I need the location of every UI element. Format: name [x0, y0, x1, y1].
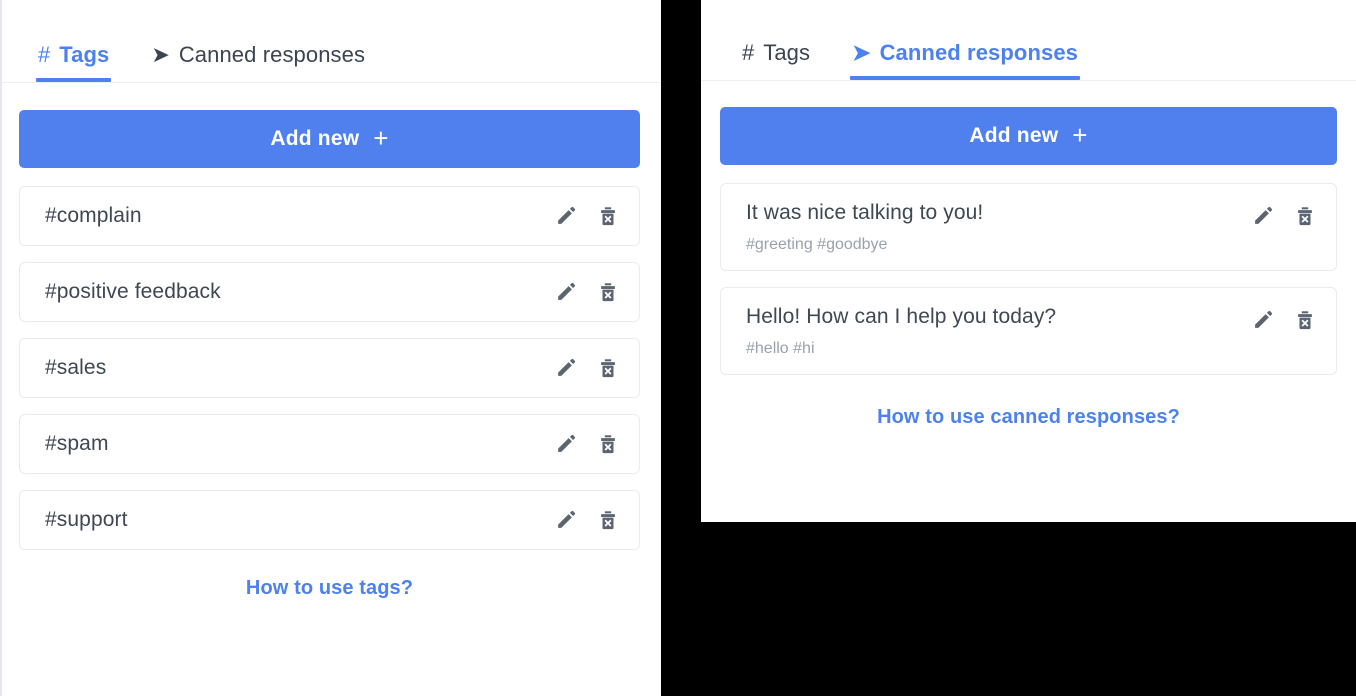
- pencil-icon[interactable]: [553, 203, 579, 229]
- canned-response-message: It was nice talking to you!: [746, 201, 984, 224]
- canned-panel-body: Add new + It was nice talking to you! #g…: [701, 81, 1356, 429]
- row-actions: [553, 203, 621, 229]
- row-actions: [553, 279, 621, 305]
- tag-text: #sales: [45, 356, 106, 380]
- pencil-icon[interactable]: [1250, 203, 1276, 229]
- row-actions: [553, 507, 621, 533]
- pencil-icon[interactable]: [553, 431, 579, 457]
- tab-canned-responses[interactable]: ➤ Canned responses: [149, 42, 367, 82]
- tags-panel-body: Add new + #complain #positive feedback #…: [2, 83, 661, 600]
- trash-x-icon[interactable]: [595, 355, 621, 381]
- tag-name: #sales: [45, 356, 107, 379]
- tags-panel: # Tags ➤ Canned responses Add new + #com…: [0, 0, 661, 696]
- table-row[interactable]: #positive feedback: [19, 262, 640, 322]
- row-actions: [1250, 307, 1318, 333]
- tab-canned-responses-label: Canned responses: [879, 40, 1079, 65]
- canned-response-list: It was nice talking to you! #greeting #g…: [720, 183, 1337, 375]
- canned-response-text: It was nice talking to you! #greeting #g…: [746, 201, 983, 254]
- tag-name: #spam: [45, 432, 109, 455]
- tag-list: #complain #positive feedback #sales #spa…: [19, 186, 640, 550]
- canned-response-text: Hello! How can I help you today? #hello …: [746, 305, 1056, 358]
- canned-response-tags: #greeting #goodbye: [746, 236, 888, 253]
- tag-text: #positive feedback: [45, 280, 221, 304]
- trash-x-icon[interactable]: [595, 279, 621, 305]
- row-actions: [553, 355, 621, 381]
- table-row[interactable]: It was nice talking to you! #greeting #g…: [720, 183, 1337, 271]
- hash-icon: #: [38, 42, 51, 67]
- table-row[interactable]: #complain: [19, 186, 640, 246]
- canned-responses-panel: # Tags ➤ Canned responses Add new + It w…: [701, 0, 1356, 522]
- trash-x-icon[interactable]: [1292, 203, 1318, 229]
- pencil-icon[interactable]: [553, 507, 579, 533]
- pencil-icon[interactable]: [553, 355, 579, 381]
- tabbar-canned-panel: # Tags ➤ Canned responses: [701, 0, 1356, 81]
- trash-x-icon[interactable]: [1292, 307, 1318, 333]
- tag-name: #positive feedback: [45, 280, 221, 303]
- trash-x-icon[interactable]: [595, 203, 621, 229]
- add-new-tag-button[interactable]: Add new +: [19, 110, 640, 168]
- canned-response-tags: #hello #hi: [746, 340, 815, 357]
- tab-tags[interactable]: # Tags: [740, 40, 812, 80]
- add-new-tag-label: Add new: [270, 127, 360, 150]
- tag-name: #complain: [45, 204, 142, 227]
- tab-canned-responses[interactable]: ➤ Canned responses: [850, 40, 1080, 80]
- trash-x-icon[interactable]: [595, 507, 621, 533]
- add-new-canned-response-button[interactable]: Add new +: [720, 107, 1337, 165]
- table-row[interactable]: #support: [19, 490, 640, 550]
- row-actions: [553, 431, 621, 457]
- send-arrow-icon: ➤: [151, 42, 170, 67]
- add-new-canned-response-label: Add new: [969, 124, 1059, 147]
- pencil-icon[interactable]: [553, 279, 579, 305]
- plus-icon: +: [373, 123, 389, 153]
- tab-canned-responses-label: Canned responses: [178, 42, 366, 67]
- how-to-use-tags-link[interactable]: How to use tags?: [19, 577, 640, 600]
- tag-text: #complain: [45, 204, 142, 228]
- tag-text: #support: [45, 508, 128, 532]
- pencil-icon[interactable]: [1250, 307, 1276, 333]
- table-row[interactable]: Hello! How can I help you today? #hello …: [720, 287, 1337, 375]
- tab-tags[interactable]: # Tags: [36, 42, 112, 82]
- tab-tags-label: Tags: [763, 40, 811, 65]
- row-actions: [1250, 203, 1318, 229]
- send-arrow-icon: ➤: [852, 40, 871, 65]
- tab-tags-label: Tags: [59, 42, 110, 67]
- how-to-use-canned-responses-link[interactable]: How to use canned responses?: [720, 406, 1337, 429]
- tag-text: #spam: [45, 432, 109, 456]
- table-row[interactable]: #spam: [19, 414, 640, 474]
- tabbar-tags-panel: # Tags ➤ Canned responses: [2, 0, 661, 83]
- canned-response-message: Hello! How can I help you today?: [746, 305, 1057, 328]
- hash-icon: #: [742, 40, 755, 65]
- plus-icon: +: [1072, 120, 1088, 150]
- table-row[interactable]: #sales: [19, 338, 640, 398]
- tag-name: #support: [45, 508, 128, 531]
- trash-x-icon[interactable]: [595, 431, 621, 457]
